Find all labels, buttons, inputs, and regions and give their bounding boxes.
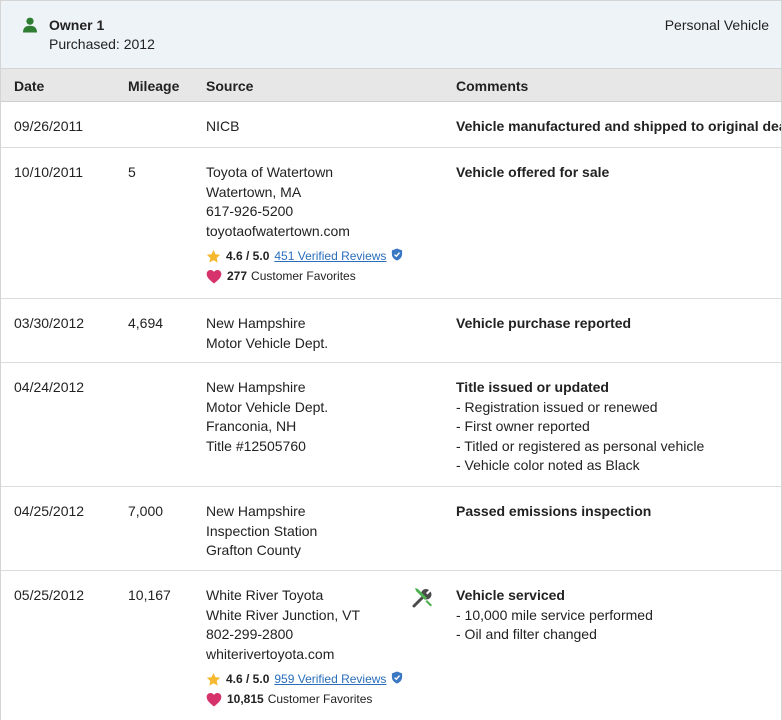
row-date: 04/24/2012	[14, 379, 85, 395]
row-date: 09/26/2011	[14, 118, 84, 134]
row-comments: Vehicle manufactured and shipped to orig…	[456, 117, 782, 137]
star-icon	[206, 249, 221, 263]
table-row: 04/25/2012 7,000 New Hampshire Inspectio…	[1, 487, 781, 571]
dealer-phone: 617-926-5200	[206, 203, 294, 219]
row-date: 03/30/2012	[14, 315, 85, 331]
comment-item: - Titled or registered as personal vehic…	[456, 437, 705, 454]
row-source: New Hampshire Inspection Station Grafton…	[206, 502, 317, 561]
table-row: 10/10/2011 5 Toyota of Watertown Waterto…	[1, 148, 781, 299]
column-header-date: Date	[14, 78, 45, 94]
source-line: New Hampshire	[206, 503, 306, 519]
owner-purchased-year: Purchased: 2012	[49, 36, 155, 52]
table-row: 04/24/2012 New Hampshire Motor Vehicle D…	[1, 363, 781, 487]
comment-item: - 10,000 mile service performed	[456, 606, 653, 623]
verified-reviews-link[interactable]: 959 Verified Reviews	[274, 670, 386, 688]
heart-icon	[206, 692, 222, 706]
comment-item: - First owner reported	[456, 418, 590, 434]
source-line: NICB	[206, 118, 240, 134]
row-comments: Vehicle purchase reported	[456, 314, 631, 334]
comment-title: Vehicle manufactured and shipped to orig…	[456, 118, 782, 134]
row-source: New Hampshire Motor Vehicle Dept. Franco…	[206, 378, 328, 456]
row-source: NICB	[206, 117, 239, 137]
dealer-website: whiterivertoyota.com	[206, 645, 335, 662]
source-line: Grafton County	[206, 542, 301, 558]
verified-shield-icon	[392, 247, 403, 261]
wrench-screwdriver-icon	[412, 588, 432, 608]
favorites-label: Customer Favorites	[267, 692, 373, 706]
row-comments: Passed emissions inspection	[456, 502, 651, 522]
source-line: Inspection Station	[206, 522, 318, 539]
favorites-label: Customer Favorites	[251, 269, 356, 283]
vehicle-type-label: Personal Vehicle	[664, 17, 769, 33]
star-icon	[206, 672, 221, 686]
dealer-rating: 4.6 / 5.0 959 Verified Reviews	[206, 670, 403, 688]
row-comments: Title issued or updated - Registration i…	[456, 378, 704, 476]
row-date: 10/10/2011	[14, 164, 84, 180]
table-row: 03/30/2012 4,694 New Hampshire Motor Veh…	[1, 299, 781, 363]
customer-favorites: 10,815 Customer Favorites	[206, 689, 403, 709]
row-date: 05/25/2012	[14, 587, 85, 603]
favorites-count: 277	[227, 269, 248, 283]
row-mileage: 7,000	[128, 503, 164, 519]
rating-score: 4.6 / 5.0	[226, 672, 270, 686]
source-line: New Hampshire	[206, 379, 306, 395]
owner-title: Owner 1	[49, 17, 105, 33]
column-header-comments: Comments	[456, 78, 529, 94]
dealer-location: White River Junction, VT	[206, 606, 361, 623]
row-mileage: 5	[128, 164, 136, 180]
comment-title: Vehicle serviced	[456, 587, 565, 603]
comment-item: - Oil and filter changed	[456, 626, 597, 642]
table-header: Date Mileage Source Comments	[1, 69, 781, 102]
table-row: 09/26/2011 NICB Vehicle manufactured and…	[1, 102, 781, 148]
dealer-rating: 4.6 / 5.0 451 Verified Reviews	[206, 247, 403, 265]
vehicle-history-section: Owner 1 Purchased: 2012 Personal Vehicle…	[0, 0, 782, 720]
row-comments: Vehicle offered for sale	[456, 163, 609, 183]
dealer-name: Toyota of Watertown	[206, 164, 334, 180]
source-line: Motor Vehicle Dept.	[206, 334, 329, 351]
comment-item: - Vehicle color noted as Black	[456, 457, 640, 473]
favorites-count: 10,815	[227, 692, 264, 706]
row-mileage: 10,167	[128, 587, 171, 603]
row-source: New Hampshire Motor Vehicle Dept.	[206, 314, 328, 353]
source-line: Title #12505760	[206, 437, 306, 454]
row-source: Toyota of Watertown Watertown, MA 617-92…	[206, 163, 403, 286]
table-row: 05/25/2012 10,167 White River Toyota Whi…	[1, 571, 781, 720]
source-line: New Hampshire	[206, 315, 306, 331]
verified-reviews-link[interactable]: 451 Verified Reviews	[274, 247, 386, 265]
row-comments: Vehicle serviced - 10,000 mile service p…	[456, 586, 653, 645]
source-line: Franconia, NH	[206, 418, 297, 434]
dealer-phone: 802-299-2800	[206, 626, 294, 642]
dealer-website: toyotaofwatertown.com	[206, 222, 350, 239]
rating-score: 4.6 / 5.0	[226, 249, 270, 263]
row-source: White River Toyota White River Junction,…	[206, 586, 403, 709]
customer-favorites: 277 Customer Favorites	[206, 266, 403, 286]
owner-header: Owner 1 Purchased: 2012 Personal Vehicle	[1, 0, 781, 69]
comment-title: Vehicle purchase reported	[456, 315, 632, 331]
heart-icon	[206, 269, 222, 283]
comment-title: Passed emissions inspection	[456, 503, 652, 519]
column-header-source: Source	[206, 78, 254, 94]
comment-title: Vehicle offered for sale	[456, 164, 610, 180]
column-header-mileage: Mileage	[128, 78, 180, 94]
source-line: Motor Vehicle Dept.	[206, 398, 329, 415]
person-icon	[23, 17, 37, 33]
dealer-location: Watertown, MA	[206, 183, 302, 200]
dealer-name: White River Toyota	[206, 587, 324, 603]
comment-title: Title issued or updated	[456, 379, 609, 395]
verified-shield-icon	[392, 670, 403, 684]
row-mileage: 4,694	[128, 315, 164, 331]
comment-item: - Registration issued or renewed	[456, 398, 658, 415]
row-date: 04/25/2012	[14, 503, 85, 519]
